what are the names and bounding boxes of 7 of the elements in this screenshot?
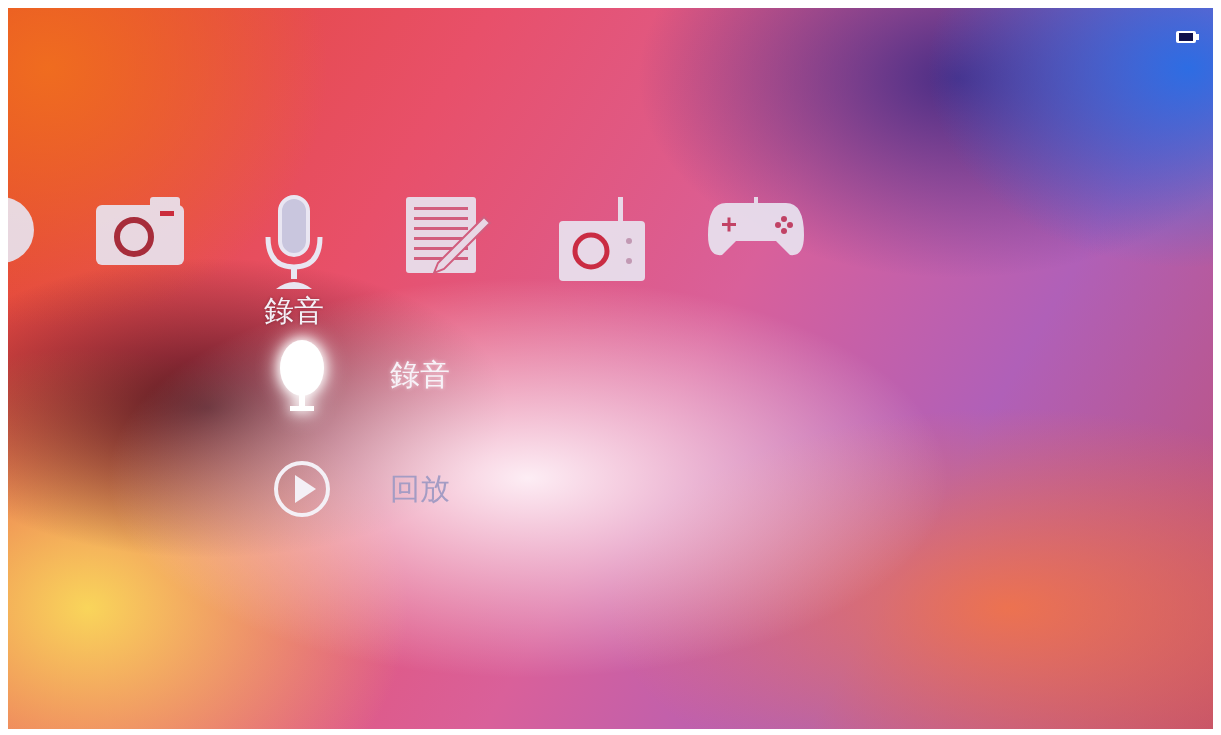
category-label: 錄音 [264,293,324,329]
battery-icon [1175,30,1199,44]
menu-item[interactable]: 回放 [390,468,450,510]
notepad-pencil-icon[interactable] [404,195,492,277]
radio-icon[interactable] [557,195,647,283]
camera-icon[interactable] [94,195,186,267]
menu-item[interactable]: 錄音 [390,354,450,396]
